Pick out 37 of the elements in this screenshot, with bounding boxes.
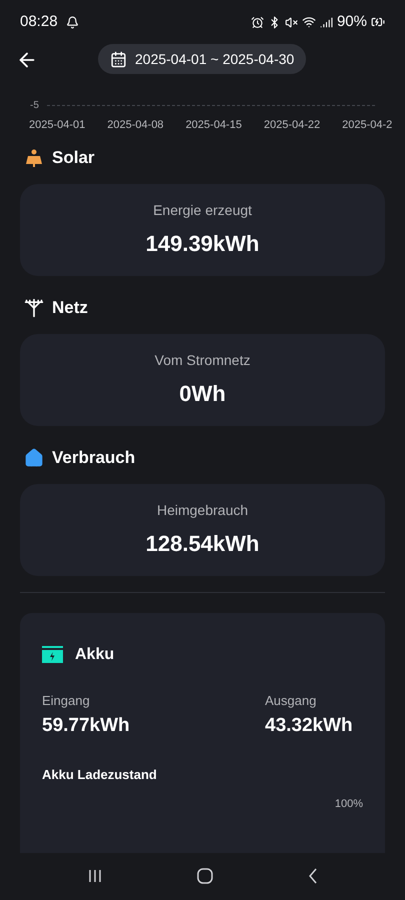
power-tower-icon <box>24 298 44 318</box>
stat-value: 149.39kWh <box>146 230 260 258</box>
date-range-button[interactable]: 2025-04-01 ~ 2025-04-30 <box>98 44 306 74</box>
wifi-icon <box>302 15 316 30</box>
stat-value: 128.54kWh <box>146 530 260 558</box>
alarm-icon <box>250 16 264 29</box>
section-title: Verbrauch <box>52 446 136 469</box>
home-button-icon[interactable] <box>197 868 214 884</box>
output-label: Ausgang <box>265 692 318 710</box>
x-axis-label: 2025-04-15 <box>186 118 242 134</box>
output-value: 43.32kWh <box>265 714 354 738</box>
notification-icon <box>66 16 79 29</box>
stat-value: 0Wh <box>179 380 226 408</box>
calendar-icon <box>110 50 127 68</box>
battery-percent: 90% <box>336 12 367 32</box>
status-time: 08:28 <box>20 12 58 32</box>
x-axis-label: 2025-04-2 <box>342 118 392 134</box>
battery-title: Akku <box>75 644 114 665</box>
y-axis-tick: -5 <box>30 99 39 114</box>
stat-label: Heimgebrauch <box>156 500 248 520</box>
section-title: Netz <box>52 296 88 319</box>
section-title: Solar <box>52 146 95 169</box>
input-value: 59.77kWh <box>42 714 130 738</box>
home-icon <box>24 448 44 468</box>
signal-icon <box>320 16 333 29</box>
stat-label: Energie erzeugt <box>153 200 252 220</box>
stat-label: Vom Stromnetz <box>154 350 250 370</box>
recent-apps-icon[interactable] <box>87 868 104 884</box>
mute-icon <box>284 16 298 29</box>
charge-percent: 100% <box>334 797 363 812</box>
battery-icon <box>42 646 63 664</box>
x-axis-label: 2025-04-01 <box>29 118 86 134</box>
back-nav-icon[interactable] <box>308 868 318 884</box>
input-label: Eingang <box>42 692 91 710</box>
x-axis-label: 2025-04-22 <box>264 118 320 134</box>
charge-state-title: Akku Ladezustand <box>42 766 158 784</box>
x-axis-label: 2025-04-08 <box>107 118 164 134</box>
